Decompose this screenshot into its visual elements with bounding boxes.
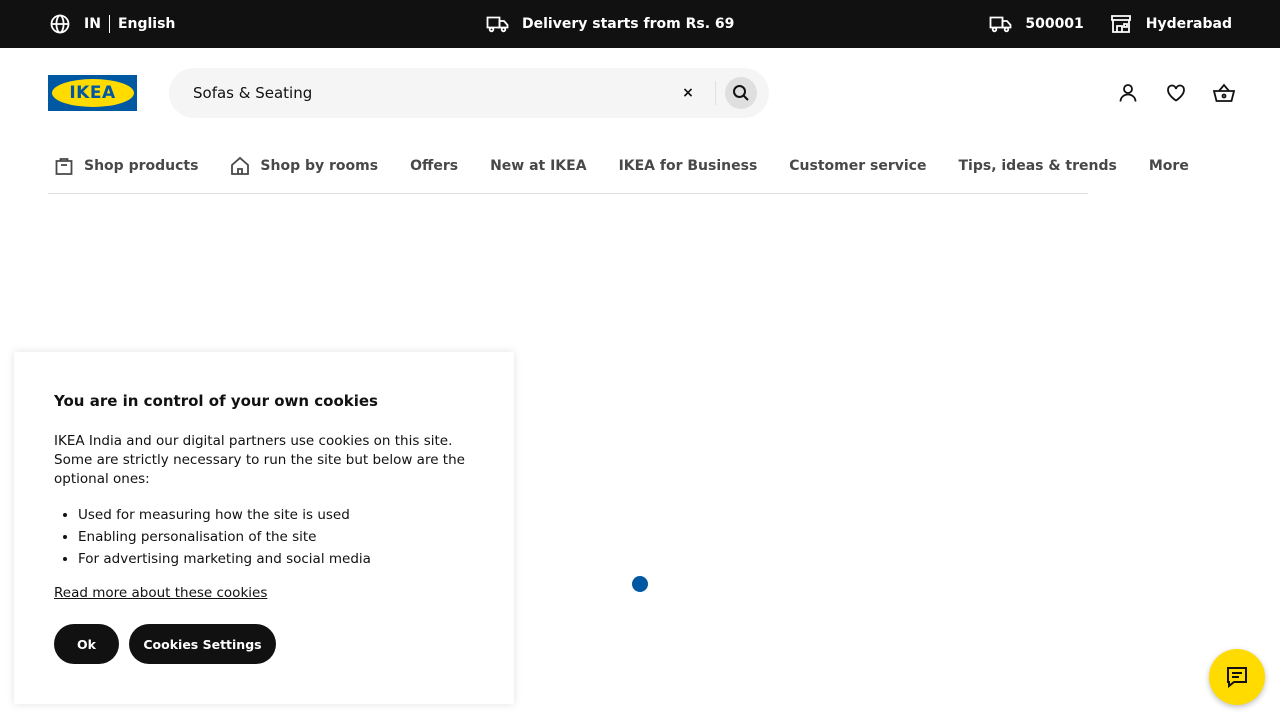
- nav-label: Customer service: [789, 158, 927, 174]
- loading-spinner: [632, 576, 648, 592]
- logo-text: IKEA: [69, 83, 116, 103]
- delivery-text: Delivery starts from Rs. 69: [522, 16, 735, 32]
- search-button[interactable]: [725, 77, 757, 109]
- pincode-selector[interactable]: 500001: [989, 14, 1084, 34]
- cookies-settings-button[interactable]: Cookies Settings: [129, 624, 276, 664]
- cookie-purpose-list: Used for measuring how the site is used …: [78, 504, 371, 570]
- nav-label: Shop by rooms: [260, 158, 379, 174]
- favourites-button[interactable]: [1160, 77, 1192, 109]
- clear-search-button[interactable]: ×: [676, 81, 700, 105]
- divider: [108, 15, 110, 33]
- main-navigation: Shop products Shop by rooms Offers New a…: [48, 146, 1189, 194]
- nav-label: New at IKEA: [490, 158, 587, 174]
- house-icon: [230, 156, 250, 176]
- delivery-info[interactable]: Delivery starts from Rs. 69: [486, 0, 734, 48]
- nav-more[interactable]: More: [1133, 146, 1205, 186]
- nav-label: Tips, ideas & trends: [958, 158, 1117, 174]
- chat-icon: [1226, 666, 1248, 688]
- chat-button[interactable]: [1209, 649, 1265, 705]
- country-code: IN: [84, 16, 101, 32]
- store-selector[interactable]: Hyderabad: [1110, 14, 1232, 34]
- close-icon: ×: [682, 85, 694, 101]
- top-utility-bar: IN English Delivery starts from Rs. 69 5…: [0, 0, 1280, 48]
- nav-tips-ideas-trends[interactable]: Tips, ideas & trends: [942, 146, 1132, 186]
- list-item: Enabling personalisation of the site: [78, 526, 371, 548]
- nav-offers[interactable]: Offers: [394, 146, 474, 186]
- cart-button[interactable]: [1208, 77, 1240, 109]
- heart-icon: [1166, 83, 1186, 103]
- nav-new-at-ikea[interactable]: New at IKEA: [474, 146, 603, 186]
- logo-oval: IKEA: [51, 79, 134, 107]
- language-selector[interactable]: IN English: [50, 0, 175, 48]
- nav-shop-by-rooms[interactable]: Shop by rooms: [214, 146, 394, 186]
- read-more-cookies-link[interactable]: Read more about these cookies: [54, 585, 267, 601]
- ok-button[interactable]: Ok: [54, 624, 119, 664]
- ikea-logo[interactable]: IKEA: [48, 75, 137, 111]
- nav-label: Offers: [410, 158, 459, 174]
- truck-icon: [486, 14, 510, 34]
- search-bar: ×: [169, 68, 769, 118]
- cookie-title: You are in control of your own cookies: [54, 392, 378, 410]
- divider: [715, 81, 716, 105]
- list-item: For advertising marketing and social med…: [78, 548, 371, 570]
- user-icon: [1118, 83, 1138, 103]
- pincode-label: 500001: [1025, 16, 1084, 32]
- list-item: Used for measuring how the site is used: [78, 504, 371, 526]
- basket-icon: [1213, 83, 1235, 103]
- account-button[interactable]: [1112, 77, 1144, 109]
- cookie-consent-panel: You are in control of your own cookies I…: [14, 352, 514, 704]
- language-label: English: [117, 16, 176, 32]
- nav-ikea-for-business[interactable]: IKEA for Business: [603, 146, 774, 186]
- nav-label: IKEA for Business: [618, 158, 758, 174]
- nav-shop-products[interactable]: Shop products: [48, 146, 214, 186]
- globe-icon: [50, 14, 70, 34]
- search-input[interactable]: [169, 68, 669, 118]
- truck-icon: [989, 14, 1013, 34]
- nav-customer-service[interactable]: Customer service: [773, 146, 942, 186]
- search-icon: [732, 84, 750, 102]
- store-label: Hyderabad: [1145, 16, 1232, 32]
- nav-label: More: [1148, 158, 1189, 174]
- nav-label: Shop products: [84, 158, 199, 174]
- store-icon: [1110, 14, 1134, 34]
- cookie-description: IKEA India and our digital partners use …: [54, 433, 465, 487]
- bag-icon: [54, 156, 74, 176]
